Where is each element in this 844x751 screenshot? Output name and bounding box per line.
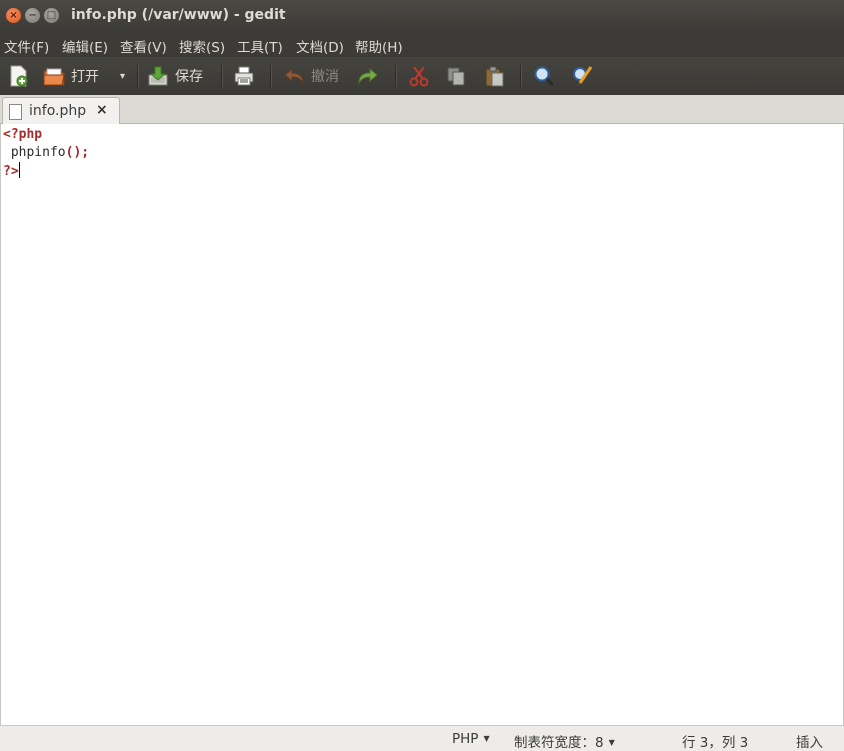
new-document-button[interactable] [7,62,29,90]
maximize-icon: □ [46,10,57,21]
find-replace-button[interactable] [572,62,594,90]
document-tab-strip: info.php × [0,95,844,125]
text-cursor [18,162,20,178]
redo-button[interactable] [357,62,379,90]
code-line-1: <?php [3,126,89,144]
code-line-3: ?> [3,162,89,181]
copy-icon [447,67,465,86]
menu-help[interactable]: 帮助(H) [355,36,403,56]
open-button[interactable]: 打开 [43,62,99,90]
paste-button[interactable] [483,62,505,90]
menu-tools[interactable]: 工具(T) [237,36,283,56]
minimize-window-button[interactable]: − [25,8,40,23]
php-open-tag: <?php [3,127,43,142]
tab-width-label: 制表符宽度：8 [514,735,604,751]
code-line-2: phpinfo(); [3,144,89,162]
search-icon [534,66,555,87]
tab-info-php[interactable]: info.php × [2,97,120,125]
maximize-window-button[interactable]: □ [44,8,59,23]
open-recent-dropdown[interactable]: ▾ [118,62,125,90]
menu-view[interactable]: 查看(V) [120,36,167,56]
insert-mode: 插入 [796,735,823,751]
minimize-icon: − [28,10,37,21]
toolbar-separator [137,65,139,87]
close-icon: × [9,10,18,21]
new-document-icon [10,65,28,87]
chevron-down-icon: ▼ [483,734,490,743]
save-button[interactable]: 保存 [147,62,203,90]
toolbar-separator [270,65,272,87]
toolbar-separator [395,65,397,87]
status-bar: PHP ▼ 制表符宽度：8 ▼ 行 3，列 3 插入 [0,725,844,751]
php-close-tag: ?> [3,164,19,179]
gedit-window: × − □ info.php (/var/www) - gedit 文件(F) … [0,0,844,751]
chevron-down-icon: ▼ [608,738,615,747]
menu-bar: 文件(F) 编辑(E) 查看(V) 搜索(S) 工具(T) 文档(D) 帮助(H… [0,33,844,57]
language-label: PHP [452,731,479,747]
punctuation: (); [65,145,90,160]
find-replace-icon [573,66,593,87]
save-icon [148,66,168,86]
menu-search[interactable]: 搜索(S) [179,36,225,56]
copy-button[interactable] [445,62,467,90]
print-button[interactable] [233,62,255,90]
undo-button[interactable]: 撤消 [283,62,339,90]
scissors-icon [409,66,429,87]
function-name: phpinfo [3,145,66,160]
close-window-button[interactable]: × [6,8,21,23]
menu-file[interactable]: 文件(F) [4,36,49,56]
window-title: info.php (/var/www) - gedit [71,7,286,23]
menu-documents[interactable]: 文档(D) [296,36,344,56]
paste-clipboard-icon [485,66,504,87]
open-label: 打开 [71,69,99,85]
save-label: 保存 [175,69,203,85]
close-tab-icon[interactable]: × [96,102,108,118]
tab-label: info.php [29,103,87,119]
undo-label: 撤消 [311,69,339,85]
printer-icon [234,66,254,86]
text-editor-area[interactable]: <?php phpinfo(); ?> [0,124,844,725]
toolbar: 打开 ▾ 保存 撤消 [0,57,844,95]
title-bar[interactable]: × − □ info.php (/var/www) - gedit [0,0,844,33]
menu-edit[interactable]: 编辑(E) [62,36,108,56]
redo-arrow-icon [358,67,378,85]
cursor-position: 行 3，列 3 [682,735,749,751]
undo-arrow-icon [284,67,304,85]
find-button[interactable] [533,62,555,90]
tab-width-selector[interactable]: 制表符宽度：8 ▼ [514,731,615,751]
chevron-down-icon: ▾ [120,70,126,82]
cut-button[interactable] [408,62,430,90]
toolbar-separator [221,65,223,87]
toolbar-separator [520,65,522,87]
language-selector[interactable]: PHP ▼ [452,731,490,747]
open-folder-icon [43,68,65,86]
document-icon [9,104,22,120]
code-content: <?php phpinfo(); ?> [3,126,89,181]
